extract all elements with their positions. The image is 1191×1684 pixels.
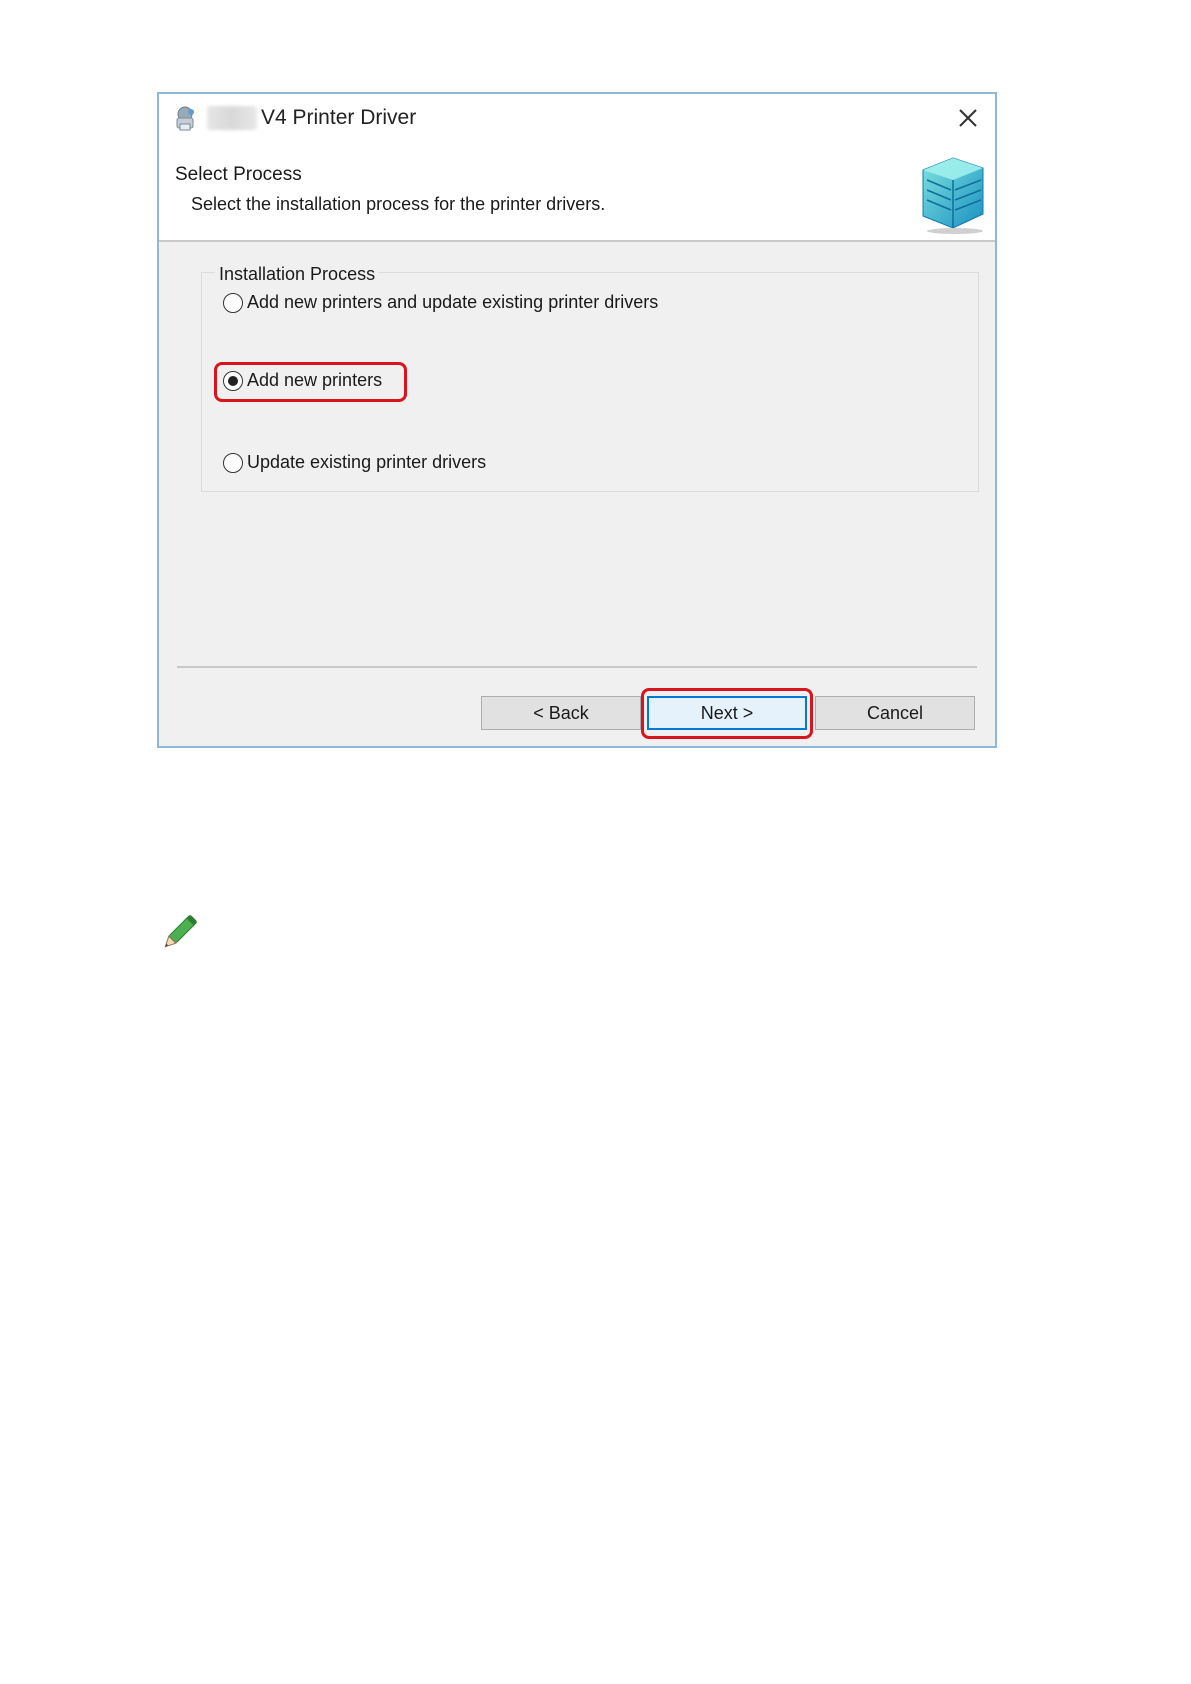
cancel-button[interactable]: Cancel <box>815 696 975 730</box>
back-button[interactable]: < Back <box>481 696 641 730</box>
radio-button[interactable] <box>223 452 243 473</box>
close-icon <box>959 109 977 127</box>
radio-label: Add new printers and update existing pri… <box>247 292 659 312</box>
printer-stack-graphic <box>922 157 984 234</box>
installation-process-label: Installation Process <box>215 264 380 285</box>
installer-icon <box>176 106 194 131</box>
dialog-header: V4 Printer Driver Select Process Select … <box>159 94 995 242</box>
radio-dot <box>228 375 238 386</box>
radio-button-selected[interactable] <box>223 370 243 391</box>
footer-separator <box>177 666 977 668</box>
page-heading: Select Process <box>175 164 302 185</box>
radio-label: Update existing printer drivers <box>247 452 487 472</box>
next-button[interactable]: Next > <box>647 696 807 730</box>
dialog-title: V4 Printer Driver <box>261 106 417 129</box>
page: V4 Printer Driver Select Process Select … <box>0 0 1191 1684</box>
radio-label: Add new printers <box>247 370 383 390</box>
pencil-icon <box>164 915 197 948</box>
close-button[interactable] <box>949 100 987 136</box>
radio-button[interactable] <box>223 292 243 313</box>
radio-add-and-update[interactable]: Add new printers and update existing pri… <box>223 292 658 313</box>
page-subheading: Select the installation process for the … <box>191 194 606 214</box>
installer-dialog: V4 Printer Driver Select Process Select … <box>157 92 997 748</box>
radio-update-drivers[interactable]: Update existing printer drivers <box>223 452 486 473</box>
title-redacted-name <box>207 106 257 130</box>
radio-add-new-printers[interactable]: Add new printers <box>223 370 382 391</box>
